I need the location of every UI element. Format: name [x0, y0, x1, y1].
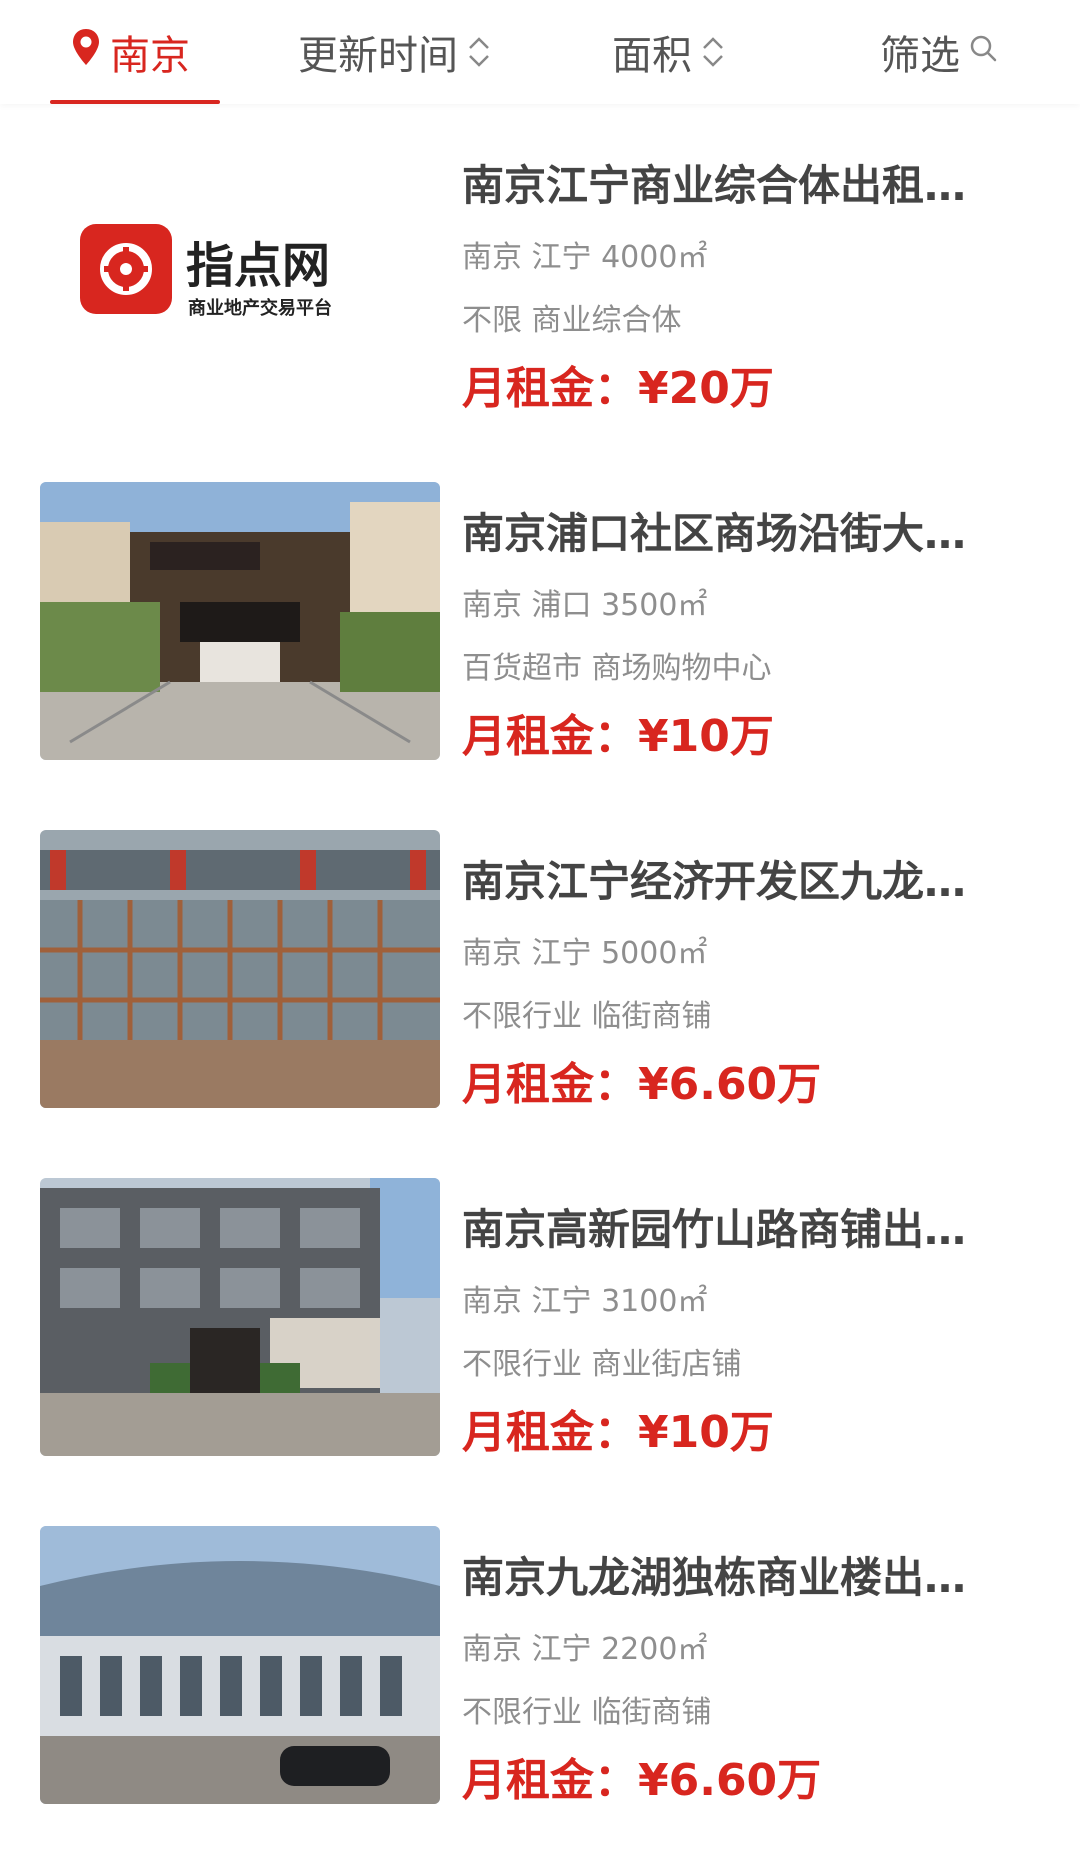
listing-item[interactable]: 南京江宁经济开发区九龙… 南京 江宁 5000㎡ 不限行业 临街商铺 月租金：¥… [0, 800, 1080, 1148]
listing-thumbnail [40, 830, 440, 1108]
listing-category: 不限 商业综合体 [462, 303, 682, 338]
listing-item[interactable]: 指点网 商业地产交易平台 南京江宁商业综合体出租… 南京 江宁 4000㎡ 不限… [0, 104, 1080, 452]
listing-item[interactable]: 南京九龙湖独栋商业楼出… 南京 江宁 2200㎡ 不限行业 临街商铺 月租金：¥… [0, 1496, 1080, 1844]
price-label: 月租金： [462, 363, 638, 414]
listing-title: 南京九龙湖独栋商业楼出… [462, 1553, 967, 1602]
logo-icon [80, 224, 172, 314]
filter-bar: 南京 更新时间 面积 筛选 [0, 0, 1080, 104]
listing-category: 不限行业 临街商铺 [462, 999, 712, 1034]
price-value: ¥6.60万 [638, 1059, 822, 1110]
sort-toggle-icon [700, 32, 726, 72]
city-label: 南京 [110, 33, 190, 79]
listing-title: 南京江宁经济开发区九龙… [462, 857, 967, 906]
price-label: 月租金： [462, 711, 638, 762]
listing-location: 南京 江宁 3100㎡ [462, 1284, 708, 1319]
city-tab[interactable]: 南京 [70, 0, 190, 104]
listing-location: 南京 浦口 3500㎡ [462, 588, 708, 623]
listing-thumbnail: 指点网 商业地产交易平台 [40, 134, 440, 412]
search-icon [968, 29, 1000, 75]
filter-tab[interactable]: 筛选 [880, 0, 1000, 104]
sort-area-tab[interactable]: 面积 [612, 0, 726, 104]
listing-thumbnail [40, 1178, 440, 1456]
filter-label: 筛选 [880, 33, 960, 79]
listing-price: 月租金：¥10万 [462, 700, 774, 764]
listing-location: 南京 江宁 4000㎡ [462, 240, 708, 275]
price-value: ¥6.60万 [638, 1755, 822, 1806]
price-label: 月租金： [462, 1407, 638, 1458]
listing-category: 不限行业 商业街店铺 [462, 1347, 742, 1382]
listing-location: 南京 江宁 5000㎡ [462, 936, 708, 971]
price-value: ¥10万 [638, 711, 774, 762]
area-label: 面积 [612, 33, 692, 79]
listing-thumbnail [40, 482, 440, 760]
update-time-label: 更新时间 [298, 33, 458, 79]
listing-category: 不限行业 临街商铺 [462, 1695, 712, 1730]
listing-thumbnail [40, 1526, 440, 1804]
listing-price: 月租金：¥6.60万 [462, 1744, 821, 1808]
listing-item[interactable]: 南京高新园竹山路商铺出… 南京 江宁 3100㎡ 不限行业 商业街店铺 月租金：… [0, 1148, 1080, 1496]
listing-price: 月租金：¥10万 [462, 1396, 774, 1460]
price-label: 月租金： [462, 1059, 638, 1110]
listing-location: 南京 江宁 2200㎡ [462, 1632, 708, 1667]
listing-price: 月租金：¥6.60万 [462, 1048, 821, 1112]
sort-update-time-tab[interactable]: 更新时间 [298, 0, 492, 104]
listing-item[interactable]: 南京浦口社区商场沿街大… 南京 浦口 3500㎡ 百货超市 商场购物中心 月租金… [0, 452, 1080, 800]
price-label: 月租金： [462, 1755, 638, 1806]
price-value: ¥10万 [638, 1407, 774, 1458]
sort-toggle-icon [466, 32, 492, 72]
logo-subtext: 商业地产交易平台 [188, 297, 332, 319]
listing-title: 南京江宁商业综合体出租… [462, 161, 967, 210]
price-value: ¥20万 [638, 363, 774, 414]
listing-category: 百货超市 商场购物中心 [462, 651, 772, 686]
listing-title: 南京高新园竹山路商铺出… [462, 1205, 967, 1254]
location-pin-icon [70, 27, 102, 77]
listing-title: 南京浦口社区商场沿街大… [462, 509, 967, 558]
logo-text: 指点网 [186, 238, 330, 294]
listing-price: 月租金：¥20万 [462, 352, 774, 416]
